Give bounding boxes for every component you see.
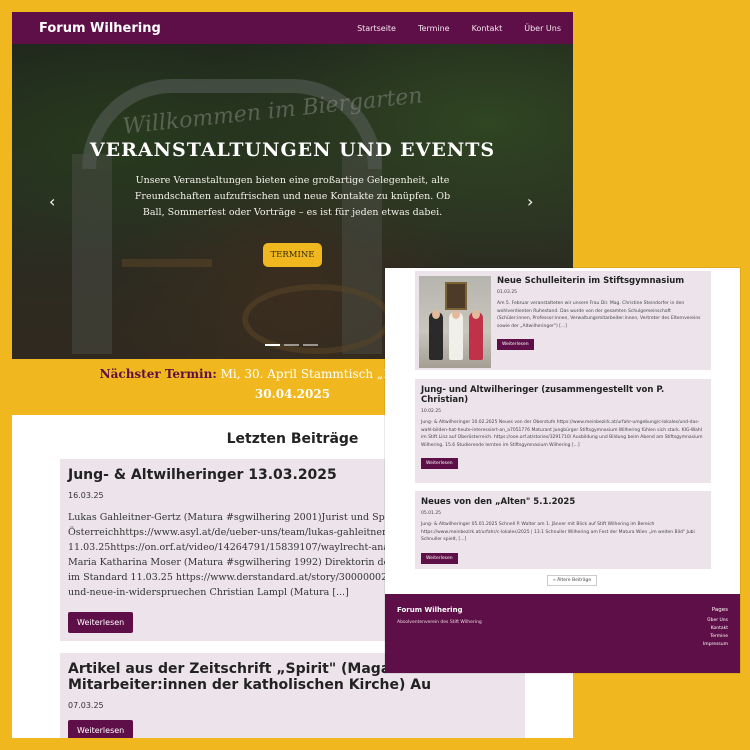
footer-pages: Pages Über Uns Kontakt Termine Impressum [703,606,728,649]
photo-head [432,310,440,319]
nav-item-termine[interactable]: Termine [418,24,450,33]
footer-pages-title: Pages [711,607,728,613]
post-title-line: Mitarbeiter:innen der katholischen Kirch… [68,677,432,693]
photo-person [449,312,463,360]
site-footer: Forum Wilhering Absolventenverein des St… [385,594,740,673]
footer-title: Forum Wilhering [397,606,463,614]
photo-head [472,310,480,319]
post-card: Jung- und Altwilheringer (zusammengestel… [415,379,711,483]
footer-link-termine[interactable]: Termine [703,633,728,641]
post-card: Neue Schulleiterin im Stiftsgymnasium 01… [415,271,711,370]
post-date: 07.03.25 [68,701,104,710]
post-date: 10.02.25 [421,409,442,414]
post-date: 05.01.25 [421,511,442,516]
post-excerpt: Am 5. Februar veranstalteten wir unsere … [497,301,701,329]
next-event-label: Nächster Termin: [99,367,217,381]
post-excerpt: Jung- & Altwilheringer 05.01.2025 Schnel… [421,522,695,542]
footer-link-impressum[interactable]: Impressum [703,641,728,649]
read-more-button[interactable]: Weiterlesen [421,552,458,564]
photo-person [469,312,483,360]
post-title[interactable]: Neues von den „Alten" 5.1.2025 [421,497,705,507]
read-more-button[interactable]: Weiterlesen [497,339,534,350]
hero-title: VERANSTALTUNGEN UND EVENTS [89,139,496,161]
termine-button[interactable]: TERMINE [262,243,323,267]
post-title[interactable]: Neue Schulleiterin im Stiftsgymnasium [497,276,705,286]
carousel-indicator[interactable] [303,344,318,346]
footer-link-kontakt[interactable]: Kontakt [703,625,728,633]
post-body: Neue Schulleiterin im Stiftsgymnasium 01… [497,276,705,350]
carousel-indicators [265,344,318,346]
footer-link-ueber-uns[interactable]: Über Uns [703,617,728,625]
older-posts-link[interactable]: « Ältere Beiträge [547,575,598,586]
site-brand[interactable]: Forum Wilhering [39,21,161,36]
photo-head [452,310,460,319]
navbar: Forum Wilhering Startseite Termine Konta… [12,12,573,44]
footer-subtitle: Absolventenverein des Stift Wilhering [397,620,482,625]
photo-painting [445,282,467,310]
post-photo [419,276,491,368]
read-more-button[interactable]: Weiterlesen [421,458,458,469]
post-excerpt: Jung- & Altwilheringer 10.02.2025 Neues … [421,420,703,448]
read-more-button[interactable]: Weiterlesen [68,720,134,738]
carousel-indicator[interactable] [284,344,299,346]
post-title[interactable]: Jung- und Altwilheringer (zusammengestel… [421,385,705,405]
nav-item-startseite[interactable]: Startseite [357,24,396,33]
nav-item-kontakt[interactable]: Kontakt [472,24,503,33]
hero-text: Unsere Veranstaltungen bieten eine großa… [134,175,451,218]
main-nav: Startseite Termine Kontakt Über Uns [357,24,561,33]
posts-list-screenshot: Neue Schulleiterin im Stiftsgymnasium 01… [385,268,740,673]
post-date: 01.03.25 [497,290,518,295]
post-card: Neues von den „Alten" 5.1.2025 05.01.25 … [415,491,711,569]
hero-content: VERANSTALTUNGEN UND EVENTS Unsere Verans… [12,139,573,267]
photo-person [429,312,443,360]
read-more-button[interactable]: Weiterlesen [68,612,134,633]
nav-item-ueber-uns[interactable]: Über Uns [524,24,561,33]
carousel-indicator[interactable] [265,344,280,346]
